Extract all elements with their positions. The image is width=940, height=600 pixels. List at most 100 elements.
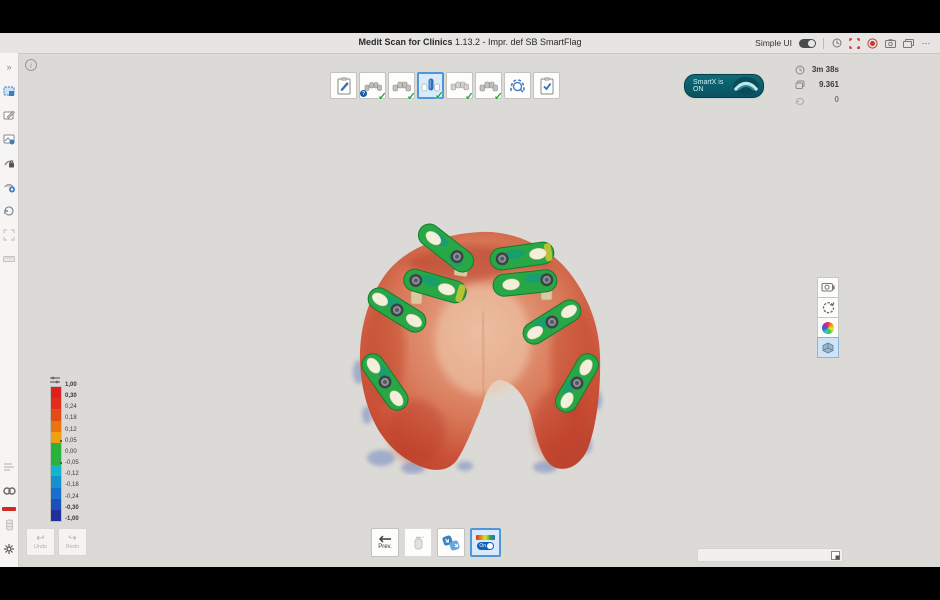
redo-label: Redo <box>66 544 79 550</box>
workflow-step-arch-scan-2[interactable] <box>446 72 473 99</box>
legend-label: 0,30 <box>65 393 79 399</box>
lock-data-icon[interactable] <box>1 153 17 173</box>
legend-labels: 1,00 0,30 0,24 0,18 0,12 0,05 0,00 -0,05… <box>65 382 79 522</box>
colormap-on-toggle: On <box>477 542 494 550</box>
medit-scan-window: Medit Scan for Clinics 1.13.2 - Impr. de… <box>0 0 940 600</box>
workflow-step-complete[interactable] <box>533 72 560 99</box>
retake-count-value: 0 <box>805 95 839 104</box>
retake-count-row: 0 <box>795 92 839 107</box>
arch-icon <box>479 79 498 93</box>
capture-area-icon[interactable] <box>849 38 860 49</box>
workflow-step-patient-form[interactable] <box>330 72 357 99</box>
windows-icon[interactable] <box>903 38 914 49</box>
arch-magnifier-icon <box>508 77 527 95</box>
case-name: 1.13.2 - Impr. def SB SmartFlag <box>452 37 581 47</box>
expand-panel-icon <box>831 551 840 560</box>
workflow-step-scanbody-scan[interactable] <box>417 72 444 99</box>
legend-color-bar <box>50 386 62 522</box>
colormap-gradient-icon <box>476 535 495 540</box>
redo-button[interactable]: ↪ Redo <box>58 528 87 556</box>
occlusion-tool-icon[interactable] <box>1 177 17 197</box>
simple-ui-label: Simple UI <box>755 38 792 48</box>
eraser-icon <box>412 535 425 550</box>
prev-label: Prev. <box>378 544 392 550</box>
legend-label: -0,24 <box>65 494 79 500</box>
denture-icon <box>731 76 761 96</box>
more-icon[interactable]: ⋯ <box>921 38 932 49</box>
scan-depth-icon[interactable] <box>1 515 17 535</box>
legend-adjust-icon[interactable] <box>50 376 60 384</box>
fill-holes-icon[interactable] <box>1 129 17 149</box>
measure-icon[interactable] <box>1 249 17 269</box>
title-bar: Medit Scan for Clinics 1.13.2 - Impr. de… <box>0 33 940 54</box>
frame-count-value: 9.361 <box>805 80 839 89</box>
view-preset-icon <box>821 282 835 293</box>
undo-icon: ↩ <box>36 534 44 543</box>
solid-view-button[interactable] <box>817 337 839 358</box>
legend-label: 0,18 <box>65 415 79 421</box>
focus-area-icon[interactable] <box>1 225 17 245</box>
redo-icon: ↪ <box>68 534 76 543</box>
legend-label: 0,05 <box>65 438 79 444</box>
workflow-step-analysis[interactable] <box>504 72 531 99</box>
clock-icon <box>795 65 805 75</box>
undo-label: Undo <box>34 544 47 550</box>
legend-label: -0,30 <box>65 505 79 511</box>
arch-icon <box>392 79 411 93</box>
selection-tool-icon[interactable] <box>1 81 17 101</box>
clipboard-pencil-icon <box>336 77 352 95</box>
left-sidebar: » <box>0 53 19 567</box>
settings-gear-icon[interactable] <box>1 539 17 559</box>
info-icon[interactable]: i <box>25 59 37 71</box>
workflow-step-arch-scan-3[interactable] <box>475 72 502 99</box>
legend-label: 0,24 <box>65 404 79 410</box>
undo-button[interactable]: ↩ Undo <box>26 528 55 556</box>
workflow-step-arch-scan[interactable] <box>388 72 415 99</box>
workflow-step-pre-op-scan[interactable]: ? <box>359 72 386 99</box>
legend-label: 0,00 <box>65 449 79 455</box>
delete-scanbody-button[interactable] <box>404 528 432 557</box>
legend-label: 1,00 <box>65 382 79 388</box>
history-icon[interactable] <box>831 38 842 49</box>
clipboard-check-icon <box>539 77 555 95</box>
collapsed-panel-bar[interactable] <box>697 548 843 562</box>
color-texture-icon <box>822 322 834 334</box>
left-arrow-icon <box>378 535 392 543</box>
scan-stats: 3m 38s 9.361 0 <box>795 62 839 107</box>
maxilla-scan-3d-model[interactable] <box>345 220 615 475</box>
smartx-button[interactable]: SmartX is ON <box>684 74 764 98</box>
legend-label: 0,12 <box>65 427 79 433</box>
frame-count-row: 9.361 <box>795 77 839 92</box>
arch-icon <box>450 80 469 92</box>
expand-sidebar-icon[interactable]: » <box>1 57 17 77</box>
view-preset-button[interactable] <box>817 277 839 298</box>
solid-cube-icon <box>822 342 834 354</box>
workflow-toolbar: ? <box>330 72 560 99</box>
reset-view-button[interactable] <box>817 297 839 318</box>
titlebar-divider <box>823 38 824 49</box>
record-icon[interactable] <box>867 38 878 49</box>
scanbody-align-icon <box>442 534 460 551</box>
history-bar: ↩ Undo ↪ Redo <box>26 528 87 556</box>
retake-icon <box>795 95 805 105</box>
screenshot-icon[interactable] <box>885 38 896 49</box>
edit-trim-icon[interactable] <box>1 105 17 125</box>
scanbody-icon <box>421 77 441 94</box>
rescan-region-icon[interactable] <box>1 201 17 221</box>
legend-label: -0,12 <box>65 471 79 477</box>
prev-step-button[interactable]: Prev. <box>371 528 399 557</box>
link-views-icon[interactable] <box>1 481 17 501</box>
deviation-colormap-toggle[interactable]: On <box>470 528 501 557</box>
layer-list-icon[interactable] <box>1 457 17 477</box>
frames-icon <box>795 80 805 90</box>
scan-time-row: 3m 38s <box>795 62 839 77</box>
app-frame: Medit Scan for Clinics 1.13.2 - Impr. de… <box>0 33 940 567</box>
texture-toggle-button[interactable] <box>817 317 839 338</box>
bottom-toolbar: Prev. On <box>371 528 501 557</box>
simple-ui-toggle[interactable] <box>799 39 816 48</box>
scan-time-value: 3m 38s <box>805 65 839 74</box>
legend-label: -1,00 <box>65 516 79 522</box>
deviation-legend: 1,00 0,30 0,24 0,18 0,12 0,05 0,00 -0,05… <box>49 376 93 528</box>
align-scanbodies-button[interactable] <box>437 528 465 557</box>
info-badge: ? <box>360 90 367 97</box>
